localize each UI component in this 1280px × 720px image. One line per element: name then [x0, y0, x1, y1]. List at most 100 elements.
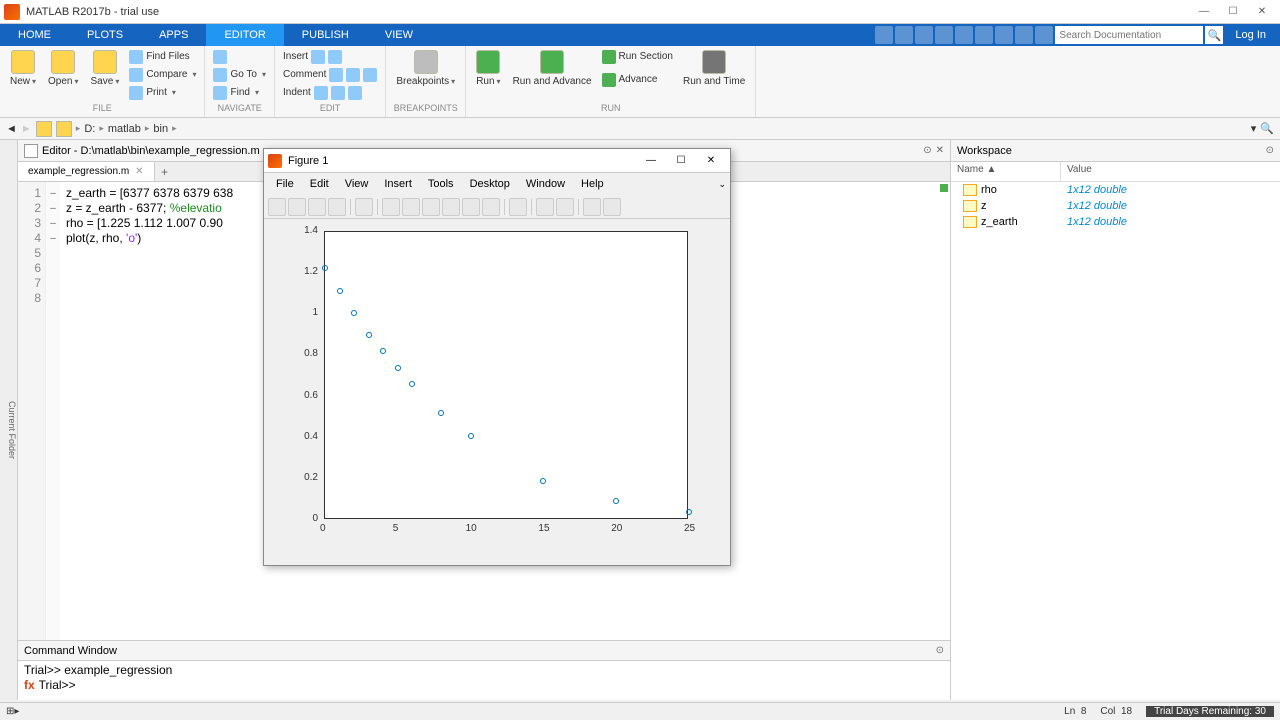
maximize-button[interactable]: ☐	[1219, 2, 1247, 22]
figure-menu-edit[interactable]: Edit	[302, 176, 337, 192]
figure-menu-anchor-icon[interactable]: ⌄	[718, 179, 726, 190]
folder-icon[interactable]	[56, 121, 72, 137]
ws-var-row[interactable]: z1x12 double	[951, 198, 1280, 214]
compare-button[interactable]: Compare	[127, 66, 198, 83]
ws-var-row[interactable]: rho1x12 double	[951, 182, 1280, 198]
fig-brush-icon[interactable]	[482, 198, 500, 216]
editor-tab-file[interactable]: example_regression.m ✕	[18, 162, 155, 181]
fig-link-icon[interactable]	[509, 198, 527, 216]
save-button[interactable]: Save	[87, 48, 124, 89]
breakpoints-button[interactable]: Breakpoints	[392, 48, 459, 89]
close-button[interactable]: ✕	[1248, 2, 1276, 22]
x-tick-label: 10	[466, 523, 477, 534]
tab-editor[interactable]: EDITOR	[206, 24, 283, 46]
fig-new-icon[interactable]	[268, 198, 286, 216]
path-seg-1[interactable]: matlab	[108, 123, 141, 135]
figure-menu-window[interactable]: Window	[518, 176, 573, 192]
layout-icon[interactable]	[895, 26, 913, 44]
print-icon[interactable]	[1015, 26, 1033, 44]
fig-hide-tools-icon[interactable]	[583, 198, 601, 216]
paste-icon[interactable]	[955, 26, 973, 44]
ws-col-name[interactable]: Name ▲	[951, 162, 1061, 181]
fig-colorbar-icon[interactable]	[536, 198, 554, 216]
minimize-button[interactable]: —	[1190, 2, 1218, 22]
tab-publish[interactable]: PUBLISH	[284, 24, 367, 46]
search-icon[interactable]: 🔍	[1205, 26, 1223, 44]
tab-view[interactable]: VIEW	[367, 24, 431, 46]
indent-button[interactable]: Indent	[281, 84, 379, 101]
group-breakpoints-label: BREAKPOINTS	[392, 103, 459, 115]
goto-button[interactable]: Go To	[211, 66, 268, 83]
print-button[interactable]: Print	[127, 84, 198, 101]
command-window-body[interactable]: Trial>> example_regression fxTrial>>	[18, 661, 950, 700]
find-files-button[interactable]: Find Files	[127, 48, 198, 65]
find-button[interactable]: Find	[211, 84, 268, 101]
undo-icon[interactable]	[975, 26, 993, 44]
fig-print-icon[interactable]	[328, 198, 346, 216]
figure-menu-view[interactable]: View	[337, 176, 377, 192]
y-tick-label: 0.6	[304, 390, 318, 401]
figure-menu-insert[interactable]: Insert	[376, 176, 420, 192]
path-seg-2[interactable]: bin	[153, 123, 168, 135]
figure-window[interactable]: Figure 1 — ☐ ✕ File Edit View Insert Too…	[263, 148, 731, 566]
editor-close-icon[interactable]: ✕	[936, 145, 944, 156]
figure-menu-tools[interactable]: Tools	[420, 176, 462, 192]
path-dropdown-icon[interactable]: ▾	[1251, 122, 1257, 135]
ws-dock-icon[interactable]: ⊙	[1266, 145, 1274, 156]
figure-menu-help[interactable]: Help	[573, 176, 612, 192]
tab-apps[interactable]: APPS	[141, 24, 206, 46]
advance-button[interactable]: Advance	[600, 71, 675, 88]
figure-close-button[interactable]: ✕	[696, 151, 726, 171]
fx-prompt-icon[interactable]: fx	[24, 678, 35, 692]
folder-up-icon[interactable]	[36, 121, 52, 137]
fig-legend-icon[interactable]	[556, 198, 574, 216]
tab-plots[interactable]: PLOTS	[69, 24, 141, 46]
redo-icon[interactable]	[995, 26, 1013, 44]
data-point	[380, 348, 386, 354]
path-search-icon[interactable]: 🔍	[1260, 122, 1274, 135]
cw-dock-icon[interactable]: ⊙	[936, 645, 944, 656]
login-button[interactable]: Log In	[1225, 29, 1276, 41]
fig-datatip-icon[interactable]	[462, 198, 480, 216]
figure-titlebar[interactable]: Figure 1 — ☐ ✕	[264, 149, 730, 173]
statusbar: ⊞▸ Ln 8 Col 18 Trial Days Remaining: 30	[0, 702, 1280, 720]
search-documentation-input[interactable]	[1055, 26, 1203, 44]
tab-add-button[interactable]: +	[155, 162, 175, 181]
ws-col-value[interactable]: Value	[1061, 162, 1280, 181]
nav-fwd-icon[interactable]: ►	[21, 123, 32, 135]
run-time-button[interactable]: Run and Time	[679, 48, 749, 89]
fig-save-icon[interactable]	[308, 198, 326, 216]
tab-home[interactable]: HOME	[0, 24, 69, 46]
nav-back-icon[interactable]: ◄	[6, 123, 17, 135]
fig-zoom-in-icon[interactable]	[382, 198, 400, 216]
nav-back-button[interactable]	[211, 48, 268, 65]
run-button[interactable]: Run	[472, 48, 504, 89]
figure-menu-file[interactable]: File	[268, 176, 302, 192]
path-drive[interactable]: D:	[84, 123, 95, 135]
fig-rotate-icon[interactable]	[442, 198, 460, 216]
open-button[interactable]: Open	[44, 48, 82, 89]
fig-open-icon[interactable]	[288, 198, 306, 216]
help-icon[interactable]	[1035, 26, 1053, 44]
current-folder-gutter[interactable]: Current Folder	[0, 140, 18, 700]
save-layout-icon[interactable]	[875, 26, 893, 44]
run-advance-button[interactable]: Run and Advance	[509, 48, 596, 89]
fig-pan-icon[interactable]	[422, 198, 440, 216]
fig-pointer-icon[interactable]	[355, 198, 373, 216]
figure-maximize-button[interactable]: ☐	[666, 151, 696, 171]
editor-dock-icon[interactable]: ⊙	[923, 145, 931, 156]
figure-minimize-button[interactable]: —	[636, 151, 666, 171]
insert-button[interactable]: Insert	[281, 48, 379, 65]
run-section-button[interactable]: Run Section	[600, 48, 675, 65]
copy-icon[interactable]	[935, 26, 953, 44]
figure-menu-desktop[interactable]: Desktop	[462, 176, 518, 192]
comment-button[interactable]: Comment	[281, 66, 379, 83]
tab-close-icon[interactable]: ✕	[135, 166, 143, 177]
ws-var-row[interactable]: z_earth1x12 double	[951, 214, 1280, 230]
fig-show-tools-icon[interactable]	[603, 198, 621, 216]
cut-icon[interactable]	[915, 26, 933, 44]
y-tick-label: 0.4	[304, 431, 318, 442]
fig-zoom-out-icon[interactable]	[402, 198, 420, 216]
new-button[interactable]: New	[6, 48, 40, 89]
data-point	[366, 332, 372, 338]
